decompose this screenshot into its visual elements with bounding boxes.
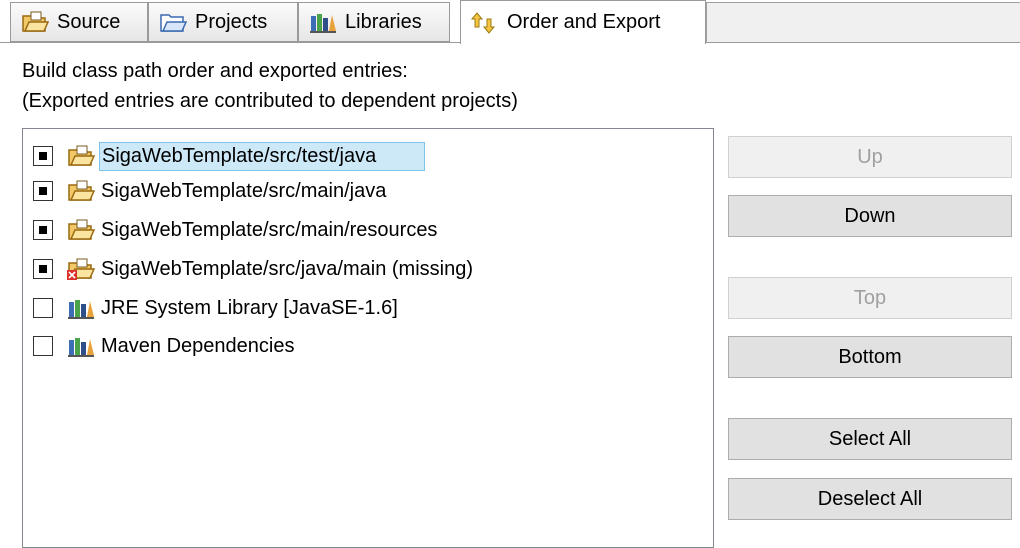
up-button[interactable]: Up	[728, 136, 1012, 178]
projects-folder-icon	[159, 10, 188, 34]
library-icon	[67, 334, 97, 358]
list-item[interactable]: Maven Dependencies	[33, 329, 300, 363]
description-line-2: (Exported entries are contributed to dep…	[22, 90, 518, 112]
deselect-all-button[interactable]: Deselect All	[728, 478, 1012, 520]
down-button[interactable]: Down	[728, 195, 1012, 237]
tab-source[interactable]: Source	[10, 2, 148, 42]
top-button[interactable]: Top	[728, 277, 1012, 319]
tab-projects[interactable]: Projects	[148, 2, 298, 42]
tab-projects-label: Projects	[195, 10, 268, 33]
export-checkbox[interactable]	[33, 146, 53, 166]
classpath-entries-list[interactable]: SigaWebTemplate/src/test/java SigaWebTem…	[22, 128, 714, 548]
export-checkbox[interactable]	[33, 298, 53, 318]
tab-divider	[0, 42, 462, 43]
tab-order-and-export-label: Order and Export	[507, 11, 661, 33]
tab-libraries[interactable]: Libraries	[298, 2, 450, 42]
missing-source-folder-icon	[67, 257, 97, 281]
bottom-button[interactable]: Bottom	[728, 336, 1012, 378]
list-item-label: JRE System Library [JavaSE-1.6]	[101, 296, 398, 319]
list-item-label: Maven Dependencies	[101, 334, 295, 357]
description-line-1: Build class path order and exported entr…	[22, 60, 408, 82]
list-item-label: SigaWebTemplate/src/test/java	[99, 141, 426, 171]
tab-order-and-export[interactable]: Order and Export	[460, 0, 706, 44]
list-item[interactable]: JRE System Library [JavaSE-1.6]	[33, 291, 404, 325]
list-item[interactable]: SigaWebTemplate/src/main/resources	[33, 213, 443, 247]
tab-bar: Source Projects Libraries Order and Expo…	[0, 0, 1020, 44]
source-folder-icon	[67, 218, 97, 242]
export-checkbox[interactable]	[33, 259, 53, 279]
list-item[interactable]: SigaWebTemplate/src/main/java	[33, 174, 392, 208]
order-export-icon	[470, 11, 499, 35]
list-item-label: SigaWebTemplate/src/main/java	[101, 179, 387, 202]
select-all-button[interactable]: Select All	[728, 418, 1012, 460]
tab-strip-background	[706, 2, 1020, 42]
list-item[interactable]: SigaWebTemplate/src/test/java	[33, 139, 426, 173]
source-folder-icon	[67, 144, 97, 168]
export-checkbox[interactable]	[33, 181, 53, 201]
list-item-label: SigaWebTemplate/src/main/resources	[101, 218, 438, 241]
export-checkbox[interactable]	[33, 336, 53, 356]
tab-libraries-label: Libraries	[345, 10, 422, 33]
source-folder-icon	[21, 10, 50, 34]
tab-source-label: Source	[57, 10, 121, 33]
export-checkbox[interactable]	[33, 220, 53, 240]
list-item-label: SigaWebTemplate/src/java/main (missing)	[101, 257, 473, 280]
list-item[interactable]: SigaWebTemplate/src/java/main (missing)	[33, 252, 479, 286]
source-folder-icon	[67, 179, 97, 203]
library-icon	[67, 296, 97, 320]
libraries-icon	[309, 10, 337, 34]
tab-divider	[706, 42, 1020, 43]
